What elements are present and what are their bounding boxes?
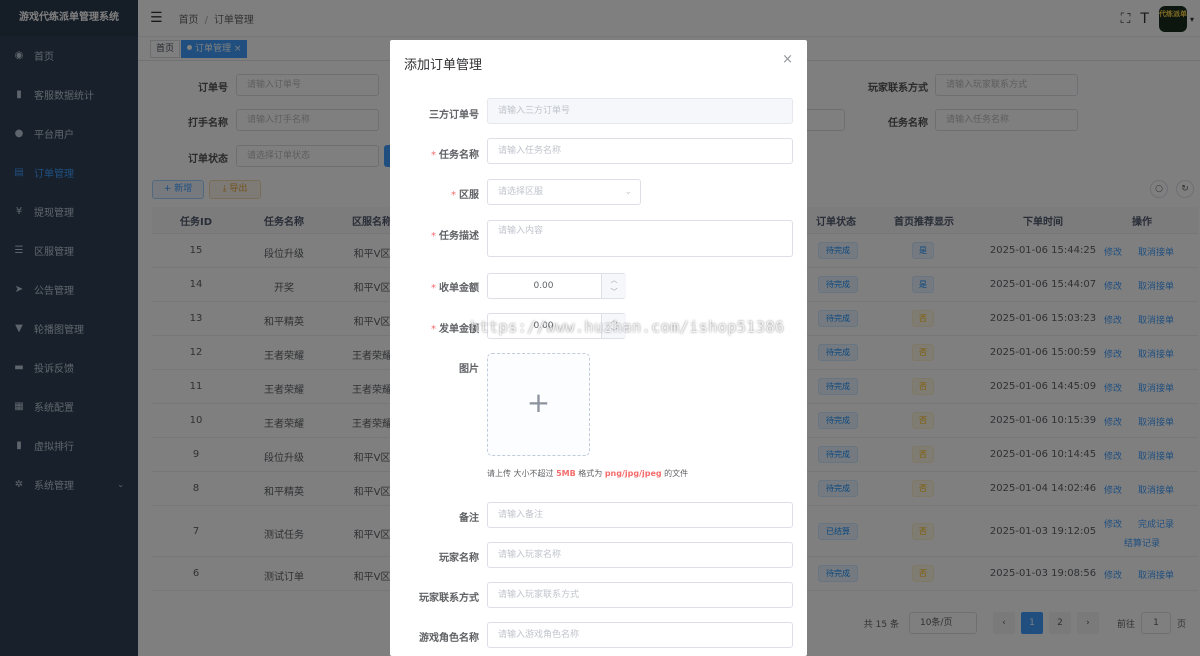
chevron-down-icon[interactable]: ﹀ (602, 286, 626, 298)
region-select[interactable]: 请选择区服 ⌄ (487, 179, 641, 205)
player-name-input[interactable]: 请输入玩家名称 (487, 542, 793, 568)
region-label: * 区服 (451, 190, 479, 201)
chevron-down-icon: ⌄ (624, 187, 632, 197)
chevron-up-icon[interactable]: ︿ (602, 274, 626, 286)
add-order-dialog: 添加订单管理 × 三方订单号 请输入三方订单号 * 任务名称 请输入任务名称 * 区… (390, 40, 807, 656)
recv-amount-label: * 收单金额 (431, 283, 479, 294)
stepper-arrows[interactable]: ︿ ﹀ (601, 274, 626, 298)
send-amount-label: * 发单金额 (431, 324, 479, 335)
role-name-input[interactable]: 请输入游戏角色名称 (487, 622, 793, 648)
third-order-label: 三方订单号 (429, 110, 479, 121)
remark-input[interactable]: 请输入备注 (487, 502, 793, 528)
role-name-label: 游戏角色名称 (419, 633, 479, 644)
close-icon[interactable]: × (782, 52, 793, 67)
task-name-label: * 任务名称 (431, 150, 479, 161)
task-desc-label: * 任务描述 (431, 231, 479, 242)
image-label: 图片 (459, 364, 479, 375)
dialog-title: 添加订单管理 (404, 58, 483, 73)
image-upload[interactable]: + (487, 353, 590, 456)
player-contact-input[interactable]: 请输入玩家联系方式 (487, 582, 793, 608)
third-order-input[interactable]: 请输入三方订单号 (487, 98, 793, 124)
upload-tip: 请上传 大小不超过 5MB 格式为 png/jpg/jpeg 的文件 (487, 469, 689, 478)
player-contact-label: 玩家联系方式 (419, 593, 479, 604)
player-name-label: 玩家名称 (439, 553, 479, 564)
task-name-input[interactable]: 请输入任务名称 (487, 138, 793, 164)
remark-label: 备注 (459, 513, 479, 524)
watermark: https://www.huzhan.com/ishop51386 (470, 318, 785, 336)
region-placeholder: 请选择区服 (498, 187, 544, 197)
task-desc-textarea[interactable]: 请输入内容 (487, 220, 793, 257)
plus-icon: + (526, 386, 551, 419)
